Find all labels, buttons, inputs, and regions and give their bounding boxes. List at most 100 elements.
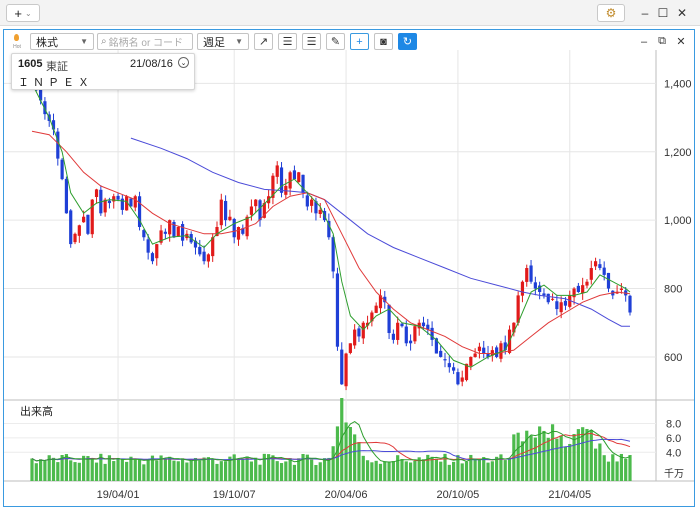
candle-body [469,356,473,366]
volume-tick-label: 8.0 [666,419,681,431]
volume-bar [275,461,279,481]
volume-bar [503,460,507,481]
candle-body [90,199,94,235]
volume-bar [602,455,606,481]
volume-bar [606,461,611,481]
volume-bar [206,457,210,481]
candle-body [344,353,348,387]
candle-body [396,322,400,340]
volume-bar [408,462,413,481]
volume-bar [611,454,615,481]
volume-bar [146,459,150,481]
ma-mid-line [31,130,631,354]
x-tick-label: 19/04/01 [97,489,140,501]
volume-bar [353,434,357,481]
candle-body [400,323,404,327]
volume-bar [215,463,219,481]
volume-bar [473,459,477,481]
candle-body [107,200,112,204]
candle-body [443,359,447,361]
volume-bar [378,463,383,481]
volume-bar [434,458,439,481]
candle-body [236,227,241,240]
volume-bar [568,444,572,481]
candle-body [529,265,533,282]
candle-body [589,268,593,280]
candle-body [249,206,254,215]
volume-bar [211,459,215,481]
volume-bar [288,458,292,481]
candle-body [64,178,69,214]
volume-bar [447,464,451,481]
candle-body [82,216,86,223]
y-tick-label: 1,200 [664,147,692,159]
candle-body [593,261,598,267]
candle-body [413,326,417,342]
volume-bar [387,462,391,481]
volume-bar [137,459,142,481]
volume-bar [331,446,335,481]
volume-bar [180,458,185,481]
volume-bar [464,461,469,481]
volume-bar [69,460,73,481]
volume-bar [112,461,116,481]
volume-bar [103,463,107,481]
volume-bar [507,458,512,481]
candle-body [310,199,314,206]
volume-bar [585,428,589,481]
volume-bar [125,461,129,481]
candle-body [56,131,60,159]
volume-bar [292,464,297,481]
volume-bar [439,461,443,481]
volume-bar [254,457,258,481]
chevron-down-circle-icon[interactable]: ⌄ [178,57,189,68]
candle-body [69,210,73,245]
volume-bar [477,458,482,481]
candle-body [357,328,361,337]
candle-body [602,267,606,275]
candle-body [348,343,352,353]
candle-body [546,293,550,303]
candle-body [460,377,464,382]
volume-bar [232,454,236,481]
volume-bar [56,462,60,481]
candle-body [297,172,301,183]
candle-body [219,199,223,226]
volume-tick-label: 4.0 [666,447,681,459]
candle-body [361,322,365,339]
volume-bar [129,456,133,481]
candle-body [116,195,120,200]
volume-bar [116,458,120,481]
volume-bar [559,435,563,481]
candle-body [279,167,284,193]
candle-body [176,227,180,237]
volume-bar [598,443,602,481]
x-tick-label: 19/10/07 [213,489,256,501]
x-tick-label: 20/04/06 [325,489,368,501]
candle-body [94,189,99,198]
volume-bar [155,460,159,481]
volume-bar [322,458,327,481]
volume-bar [619,453,623,481]
candle-body [232,218,236,238]
candle-body [533,282,537,289]
volume-bar [168,456,172,481]
candle-body [477,346,482,352]
volume-bar [430,456,434,481]
symbol-name: ＩＮＰＥＸ [18,77,93,89]
volume-bar [529,435,533,481]
candle-body [581,285,585,294]
candle-body [275,165,279,177]
volume-bar [628,455,632,481]
candle-body [439,350,443,357]
symbol-date: 21/08/16 [130,58,173,70]
symbol-code: 1605 [18,58,43,70]
volume-bar [172,460,176,481]
candle-body [452,367,456,371]
volume-bar [327,457,331,481]
candle-body [408,340,413,344]
volume-bar [482,457,486,481]
y-tick-label: 800 [664,284,682,296]
candle-body [473,353,477,357]
candle-body [542,293,546,296]
